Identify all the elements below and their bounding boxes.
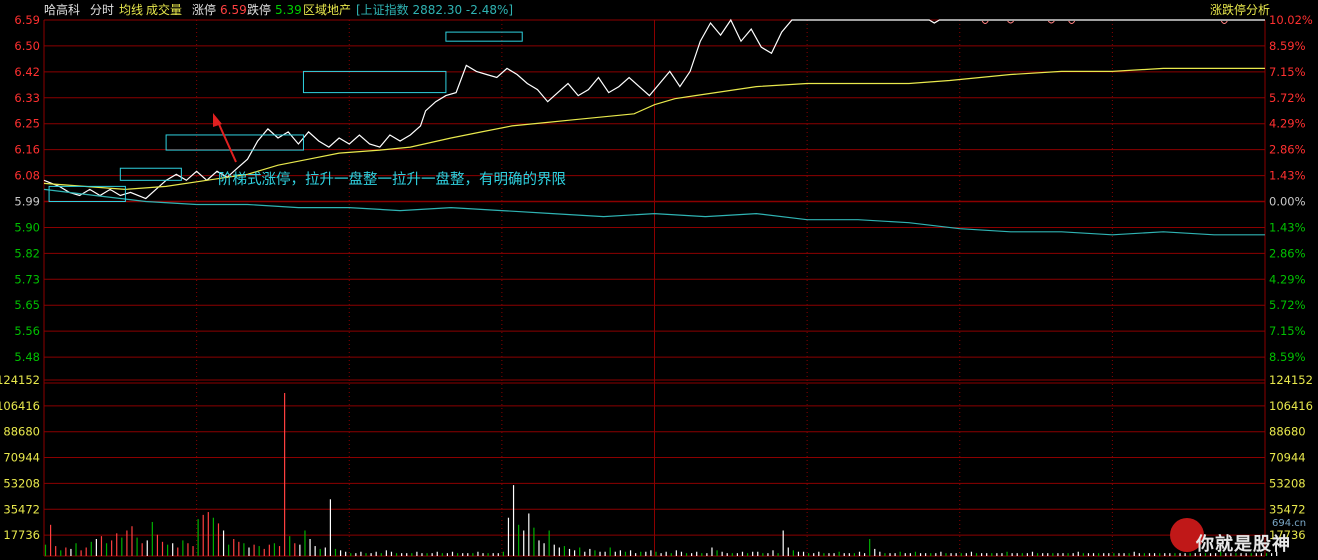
- pct-tick-label: 4.29%: [1269, 117, 1306, 131]
- consolidation-box: [119, 167, 182, 181]
- price-tick-label: 5.73: [14, 272, 40, 286]
- price-tick-label: 6.16: [14, 143, 40, 157]
- intraday-chart[interactable]: 6.59 6.50 6.42 6.33 6.25 6.16 6.08 5.99 5.90 5.82…: [0, 0, 1318, 560]
- volume-tick-label: 88680: [3, 425, 40, 439]
- pct-tick-label: 4.29%: [1269, 272, 1306, 286]
- price-tick-label: 6.59: [14, 13, 40, 27]
- volume-bars: [44, 392, 1278, 556]
- pct-tick-label: 8.59%: [1269, 350, 1306, 364]
- consolidation-box: [445, 31, 523, 42]
- volume-tick-label: 35472: [3, 502, 40, 516]
- limit-up-dip: [981, 20, 989, 24]
- price-tick-label: 5.65: [14, 298, 40, 312]
- watermark-text: 你就是股神: [1196, 534, 1291, 555]
- volume-tick-label: 17736: [3, 528, 40, 542]
- pct-tick-label: 1.43%: [1269, 220, 1306, 234]
- right-axis-ticks: 10.02% 8.59% 7.15% 5.72% 4.29% 2.86% 1.43% 0.00…: [1269, 13, 1313, 542]
- arrow-head: [213, 113, 222, 127]
- pct-tick-label: 7.15%: [1269, 65, 1306, 79]
- pct-tick-label: 2.86%: [1269, 246, 1306, 260]
- watermark-sub: 694.cn: [1272, 518, 1307, 529]
- pct-tick-label: 7.15%: [1269, 324, 1306, 338]
- price-tick-label: 6.50: [14, 39, 40, 53]
- limit-up-dip: [1047, 20, 1055, 24]
- price-tick-label: 5.48: [14, 350, 40, 364]
- pct-tick-label: 1.43%: [1269, 169, 1306, 183]
- pct-tick-label: 10.02%: [1269, 13, 1313, 27]
- annotation-text: 阶梯式涨停，拉升一盘整一拉升一盘整，有明确的界限: [218, 172, 566, 188]
- price-tick-label: 5.90: [14, 220, 40, 234]
- price-tick-label: 5.56: [14, 324, 40, 338]
- volume-tick-label: 124152: [0, 373, 40, 387]
- volume-tick-label: 53208: [1269, 476, 1306, 490]
- price-tick-label: 6.42: [14, 65, 40, 79]
- price-tick-label: 6.08: [14, 169, 40, 183]
- volume-tick-label: 124152: [1269, 373, 1313, 387]
- watermark: 你就是股神 694.cn: [1168, 518, 1318, 560]
- volume-tick-label: 70944: [1269, 451, 1306, 465]
- volume-tick-label: 88680: [1269, 425, 1306, 439]
- left-axis-ticks: 6.59 6.50 6.42 6.33 6.25 6.16 6.08 5.99 5.90 5.82…: [0, 13, 40, 542]
- volume-tick-label: 106416: [0, 399, 40, 413]
- pct-tick-label: 8.59%: [1269, 39, 1306, 53]
- price-tick-label: 5.99: [14, 195, 40, 209]
- pct-tick-label: 5.72%: [1269, 298, 1306, 312]
- arrow-shaft: [217, 121, 237, 163]
- pct-tick-label: 0.00%: [1269, 195, 1306, 209]
- chart-grid: [43, 19, 1266, 557]
- limit-up-dip: [1007, 20, 1015, 24]
- consolidation-box: [302, 70, 447, 94]
- limit-up-dip: [1220, 20, 1228, 24]
- limit-up-dip: [1068, 20, 1076, 24]
- volume-tick-label: 53208: [3, 476, 40, 490]
- pct-tick-label: 2.86%: [1269, 143, 1306, 157]
- price-tick-label: 5.82: [14, 246, 40, 260]
- volume-tick-label: 70944: [3, 451, 40, 465]
- consolidation-box: [165, 134, 304, 151]
- price-tick-label: 6.33: [14, 91, 40, 105]
- price-tick-label: 6.25: [14, 117, 40, 131]
- volume-tick-label: 106416: [1269, 399, 1313, 413]
- annotation-arrow: [213, 113, 237, 163]
- volume-tick-label: 35472: [1269, 502, 1306, 516]
- pct-tick-label: 5.72%: [1269, 91, 1306, 105]
